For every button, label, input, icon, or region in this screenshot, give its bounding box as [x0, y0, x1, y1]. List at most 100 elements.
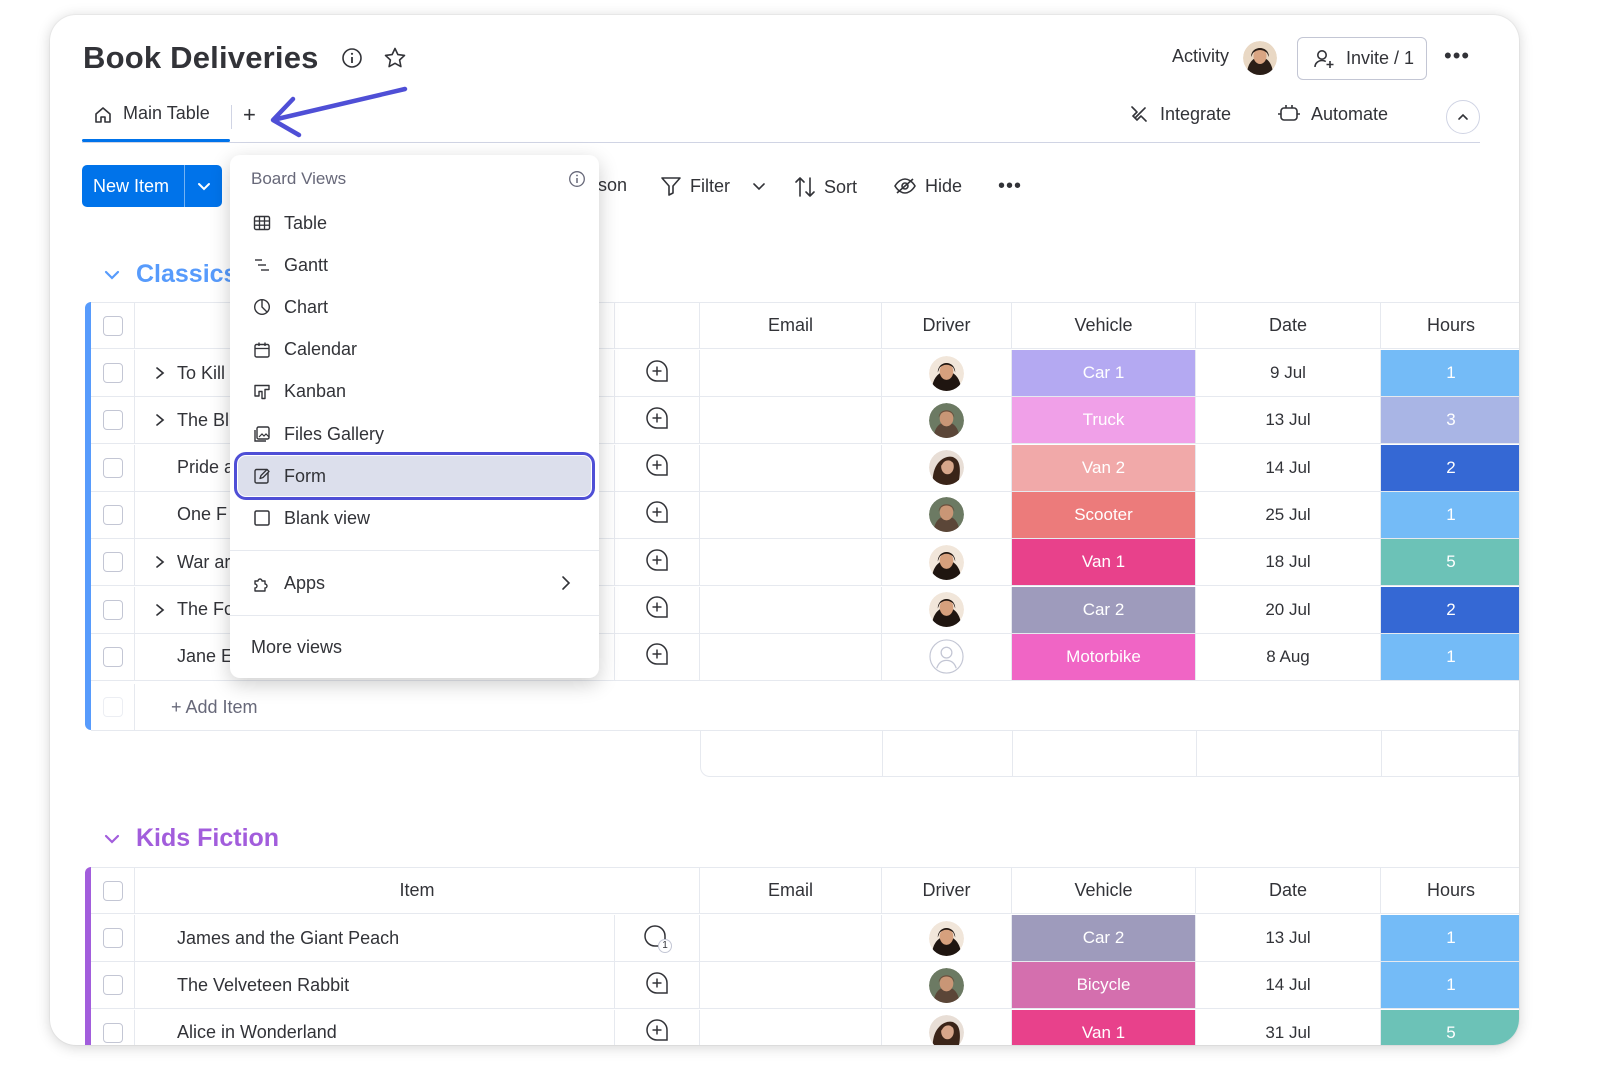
- date-cell[interactable]: 20 Jul: [1196, 586, 1381, 633]
- hide-button[interactable]: Hide: [893, 175, 962, 197]
- expand-row-icon[interactable]: [143, 603, 177, 617]
- chevron-down-icon[interactable]: [102, 265, 122, 285]
- driver-avatar[interactable]: [929, 544, 964, 580]
- menu-item-apps[interactable]: Apps: [238, 563, 591, 603]
- row-check-cell[interactable]: [91, 1009, 135, 1045]
- driver-avatar[interactable]: [929, 402, 964, 438]
- driver-avatar[interactable]: [929, 967, 964, 1003]
- menu-item-more-views[interactable]: More views: [230, 627, 583, 667]
- vehicle-column-header[interactable]: Vehicle: [1012, 868, 1196, 913]
- add-update-icon[interactable]: [644, 641, 670, 672]
- toolbar-more-icon[interactable]: •••: [998, 175, 1022, 198]
- item-name[interactable]: War ar: [177, 552, 230, 573]
- driver-cell[interactable]: [882, 350, 1012, 396]
- expand-row-icon[interactable]: [143, 413, 177, 427]
- row-checkbox[interactable]: [102, 504, 123, 525]
- chevron-down-icon[interactable]: [752, 179, 766, 193]
- hours-column-header[interactable]: Hours: [1381, 868, 1519, 913]
- date-cell[interactable]: 25 Jul: [1196, 491, 1381, 538]
- date-cell[interactable]: 18 Jul: [1196, 539, 1381, 586]
- date-cell[interactable]: 13 Jul: [1196, 915, 1381, 961]
- hours-cell[interactable]: 5: [1381, 1009, 1519, 1045]
- menu-item-calendar[interactable]: Calendar: [238, 330, 591, 370]
- group-header-kids-fiction[interactable]: Kids Fiction: [102, 824, 279, 853]
- driver-column-header[interactable]: Driver: [882, 868, 1012, 913]
- row-check-cell[interactable]: [91, 915, 135, 961]
- item-name[interactable]: The Velveteen Rabbit: [177, 975, 349, 996]
- date-cell[interactable]: 31 Jul: [1196, 1009, 1381, 1045]
- filter-button[interactable]: Filter: [660, 175, 766, 197]
- row-checkbox[interactable]: [102, 646, 123, 667]
- driver-avatar[interactable]: [929, 639, 964, 674]
- add-update-icon[interactable]: [644, 594, 670, 625]
- driver-cell[interactable]: [882, 586, 1012, 633]
- expand-row-icon[interactable]: [143, 555, 177, 569]
- updates-cell[interactable]: [615, 962, 700, 1009]
- driver-cell[interactable]: [882, 915, 1012, 961]
- vehicle-status-cell[interactable]: Motorbike: [1012, 633, 1196, 680]
- table-row[interactable]: James and the Giant Peach 1 Car 2 13 Jul 1: [91, 915, 1519, 962]
- email-cell[interactable]: [700, 586, 882, 633]
- date-column-header[interactable]: Date: [1196, 303, 1381, 348]
- board-title[interactable]: Book Deliveries: [83, 40, 319, 76]
- info-icon[interactable]: [568, 170, 586, 188]
- table-row[interactable]: Alice in Wonderland Van 1 31 Jul 5: [91, 1009, 1519, 1045]
- date-cell[interactable]: 14 Jul: [1196, 962, 1381, 1009]
- item-name[interactable]: The Bl: [177, 410, 229, 431]
- add-update-icon[interactable]: [644, 358, 670, 389]
- driver-cell[interactable]: [882, 962, 1012, 1009]
- hours-cell[interactable]: 1: [1381, 915, 1519, 961]
- row-checkbox[interactable]: [102, 363, 123, 383]
- item-name[interactable]: To Kill: [177, 363, 225, 384]
- email-cell[interactable]: [700, 633, 882, 680]
- email-column-header[interactable]: Email: [700, 303, 882, 348]
- row-check-cell[interactable]: [91, 586, 135, 633]
- tab-main-table[interactable]: Main Table: [83, 103, 230, 143]
- group-header-classics[interactable]: Classics: [102, 260, 237, 289]
- item-column-header[interactable]: Item: [135, 868, 700, 913]
- add-update-icon[interactable]: [644, 405, 670, 436]
- updates-cell[interactable]: [615, 586, 700, 633]
- sort-button[interactable]: Sort: [794, 175, 857, 199]
- hours-cell[interactable]: 2: [1381, 586, 1519, 633]
- select-all-cell[interactable]: [91, 868, 135, 913]
- add-item-input[interactable]: + Add Item: [135, 684, 1519, 730]
- chevron-down-icon[interactable]: [185, 179, 222, 193]
- driver-avatar[interactable]: [929, 497, 964, 533]
- add-update-icon[interactable]: [644, 1017, 670, 1045]
- menu-item-kanban[interactable]: Kanban: [238, 372, 591, 412]
- hours-cell[interactable]: 2: [1381, 444, 1519, 491]
- add-item-row[interactable]: + Add Item: [91, 684, 1519, 731]
- driver-avatar[interactable]: [929, 592, 964, 627]
- updates-cell[interactable]: [615, 539, 700, 586]
- vehicle-status-cell[interactable]: Truck: [1012, 397, 1196, 444]
- row-checkbox[interactable]: [102, 1022, 123, 1043]
- hours-column-header[interactable]: Hours: [1381, 303, 1519, 348]
- date-cell[interactable]: 13 Jul: [1196, 397, 1381, 444]
- item-name[interactable]: Jane E: [177, 646, 233, 667]
- item-name[interactable]: Pride a: [177, 457, 234, 478]
- row-check-cell[interactable]: [91, 539, 135, 586]
- row-check-cell[interactable]: [91, 444, 135, 491]
- add-update-icon[interactable]: 1: [642, 923, 672, 954]
- vehicle-status-cell[interactable]: Van 2: [1012, 444, 1196, 491]
- driver-cell[interactable]: [882, 539, 1012, 586]
- board-menu-icon[interactable]: •••: [1444, 45, 1470, 67]
- updates-cell[interactable]: [615, 444, 700, 491]
- item-cell[interactable]: James and the Giant Peach: [135, 915, 615, 961]
- email-cell[interactable]: [700, 915, 882, 961]
- select-all-checkbox[interactable]: [102, 880, 123, 901]
- new-item-button[interactable]: New Item: [82, 165, 222, 207]
- menu-item-table[interactable]: Table: [238, 203, 591, 243]
- date-column-header[interactable]: Date: [1196, 868, 1381, 913]
- email-cell[interactable]: [700, 491, 882, 538]
- row-check-cell[interactable]: [91, 397, 135, 444]
- row-check-cell[interactable]: [91, 491, 135, 538]
- driver-avatar[interactable]: [929, 1015, 964, 1045]
- updates-cell[interactable]: 1: [615, 915, 700, 961]
- email-cell[interactable]: [700, 397, 882, 444]
- menu-item-chart[interactable]: Chart: [238, 287, 591, 327]
- row-checkbox[interactable]: [102, 599, 123, 620]
- hours-cell[interactable]: 1: [1381, 350, 1519, 396]
- email-cell[interactable]: [700, 1009, 882, 1045]
